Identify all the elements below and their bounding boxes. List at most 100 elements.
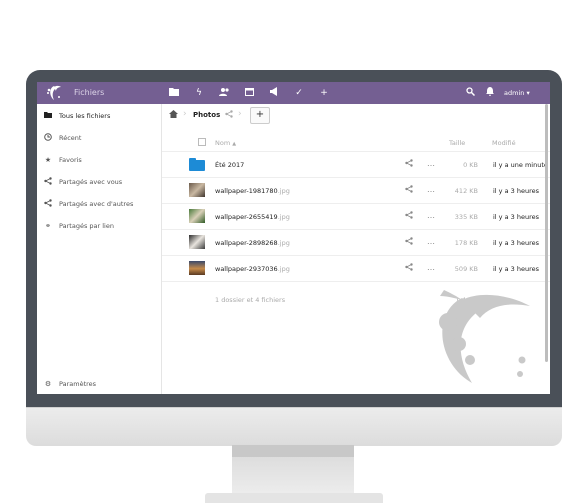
sidebar-item-shared-by-link[interactable]: ⚭ Partagés par lien (37, 218, 161, 234)
folder-icon (43, 111, 53, 121)
add-button[interactable]: + (250, 107, 270, 124)
image-thumbnail (189, 261, 205, 275)
file-modified: il y a 3 heures (493, 265, 539, 273)
activity-icon[interactable]: ϟ (193, 87, 205, 99)
star-icon: ★ (44, 156, 52, 164)
file-size: 509 KB (454, 265, 478, 273)
file-name[interactable]: wallpaper-2655419.jpg (215, 213, 290, 221)
table-row[interactable]: Été 2017 … 0 KB il y a une minute (162, 152, 550, 178)
file-ext: .jpg (277, 239, 290, 247)
file-name-base: wallpaper-2655419 (215, 213, 278, 221)
file-summary: 1 dossier et 4 fichiers (215, 296, 286, 304)
contacts-icon[interactable] (218, 87, 230, 99)
share-icon[interactable] (405, 211, 413, 221)
column-size[interactable]: Taille (449, 139, 465, 147)
sort-up-icon: ▲ (232, 141, 237, 147)
sidebar-item-shared-with-others[interactable]: Partagés avec d'autres (37, 196, 161, 212)
settings-label: Paramètres (59, 380, 97, 388)
user-name: admin (504, 89, 525, 97)
share-icon[interactable] (405, 263, 413, 273)
breadcrumb-separator-icon: › (238, 109, 242, 119)
table-row[interactable]: wallpaper-1981780.jpg … 412 KB il y a 3 … (162, 178, 550, 204)
folder-icon (189, 158, 205, 171)
more-actions-icon[interactable]: … (427, 237, 435, 246)
breadcrumb-current[interactable]: Photos (193, 111, 220, 119)
file-modified: il y a 3 heures (493, 213, 539, 221)
image-thumbnail (189, 235, 205, 249)
monitor-foot (205, 493, 383, 503)
sidebar-item-shared-with-you[interactable]: Partagés avec vous (37, 174, 161, 190)
sidebar: Tous les fichiers Récent ★ Favoris Parta… (37, 104, 162, 394)
sidebar-settings[interactable]: ⚙ Paramètres (37, 376, 161, 392)
table-row[interactable]: wallpaper-2655419.jpg … 335 KB il y a 3 … (162, 204, 550, 230)
monitor-chin (26, 407, 562, 446)
file-name[interactable]: wallpaper-2898268.jpg (215, 239, 290, 247)
more-actions-icon[interactable]: … (427, 185, 435, 194)
table-row[interactable]: wallpaper-2937036.jpg … 509 KB il y a 3 … (162, 256, 550, 282)
folder-icon[interactable] (168, 87, 180, 99)
scrollbar[interactable] (545, 104, 548, 362)
clock-icon (43, 133, 53, 143)
file-ext: .jpg (277, 213, 290, 221)
link-icon: ⚭ (45, 222, 51, 230)
file-modified: il y a 3 heures (493, 239, 539, 247)
calendar-icon[interactable] (243, 87, 255, 99)
more-actions-icon[interactable]: … (427, 263, 435, 272)
sidebar-item-label: Favoris (59, 156, 82, 164)
sidebar-item-recent[interactable]: Récent (37, 130, 161, 146)
add-icon[interactable]: + (318, 87, 330, 99)
select-all-checkbox[interactable] (198, 138, 206, 146)
file-name[interactable]: wallpaper-2937036.jpg (215, 265, 290, 273)
share-icon[interactable] (405, 185, 413, 195)
sidebar-item-label: Partagés avec d'autres (59, 200, 134, 208)
header: Fichiers ϟ ✓ + admin ▾ (37, 82, 550, 104)
file-name-base: Été 2017 (215, 161, 245, 169)
file-size: 0 KB (463, 161, 478, 169)
chevron-down-icon: ▾ (526, 89, 530, 97)
file-name[interactable]: wallpaper-1981780.jpg (215, 187, 290, 195)
monitor-neck-shadow (232, 445, 354, 457)
sidebar-item-label: Récent (59, 134, 82, 142)
sidebar-item-label: Partagés avec vous (59, 178, 123, 186)
file-modified: il y a 3 heures (493, 187, 539, 195)
file-name[interactable]: Été 2017 (215, 161, 244, 169)
file-ext: .jpg (277, 265, 290, 273)
breadcrumb-separator-icon: › (183, 109, 187, 119)
column-name-label: Nom (215, 139, 231, 147)
file-name-base: wallpaper-1981780 (215, 187, 278, 195)
image-thumbnail (189, 209, 205, 223)
watermark-logo-icon (439, 290, 530, 383)
sidebar-item-all-files[interactable]: Tous les fichiers (37, 108, 161, 124)
sidebar-item-label: Tous les fichiers (59, 112, 111, 120)
more-actions-icon[interactable]: … (427, 211, 435, 220)
notifications-icon[interactable] (484, 87, 496, 99)
sidebar-item-label: Partagés par lien (59, 222, 114, 230)
user-menu[interactable]: admin ▾ (504, 89, 530, 97)
share-icon (43, 199, 53, 209)
file-name-base: wallpaper-2898268 (215, 239, 278, 247)
file-ext: .jpg (277, 187, 290, 195)
file-modified: il y a une minute (493, 161, 548, 169)
share-icon[interactable] (405, 237, 413, 247)
breadcrumb: › Photos › + (162, 104, 550, 126)
table-header: Nom ▲ Taille Modifié (162, 135, 550, 152)
app-logo-icon[interactable] (45, 84, 63, 102)
gear-icon: ⚙ (44, 380, 52, 388)
home-icon[interactable] (169, 110, 178, 120)
announcement-icon[interactable] (268, 87, 280, 99)
column-modified[interactable]: Modifié (492, 139, 516, 147)
table-row[interactable]: wallpaper-2898268.jpg … 178 KB il y a 3 … (162, 230, 550, 256)
share-icon[interactable] (405, 159, 413, 169)
file-name-base: wallpaper-2937036 (215, 265, 278, 273)
search-icon[interactable] (464, 87, 476, 99)
share-icon (43, 177, 53, 187)
tasks-icon[interactable]: ✓ (293, 87, 305, 99)
app-title: Fichiers (74, 88, 105, 97)
sidebar-item-favorites[interactable]: ★ Favoris (37, 152, 161, 168)
file-size: 412 KB (454, 187, 478, 195)
column-name[interactable]: Nom ▲ (215, 139, 236, 147)
share-icon[interactable] (225, 110, 233, 120)
image-thumbnail (189, 183, 205, 197)
file-size: 178 KB (454, 239, 478, 247)
more-actions-icon[interactable]: … (427, 159, 435, 168)
